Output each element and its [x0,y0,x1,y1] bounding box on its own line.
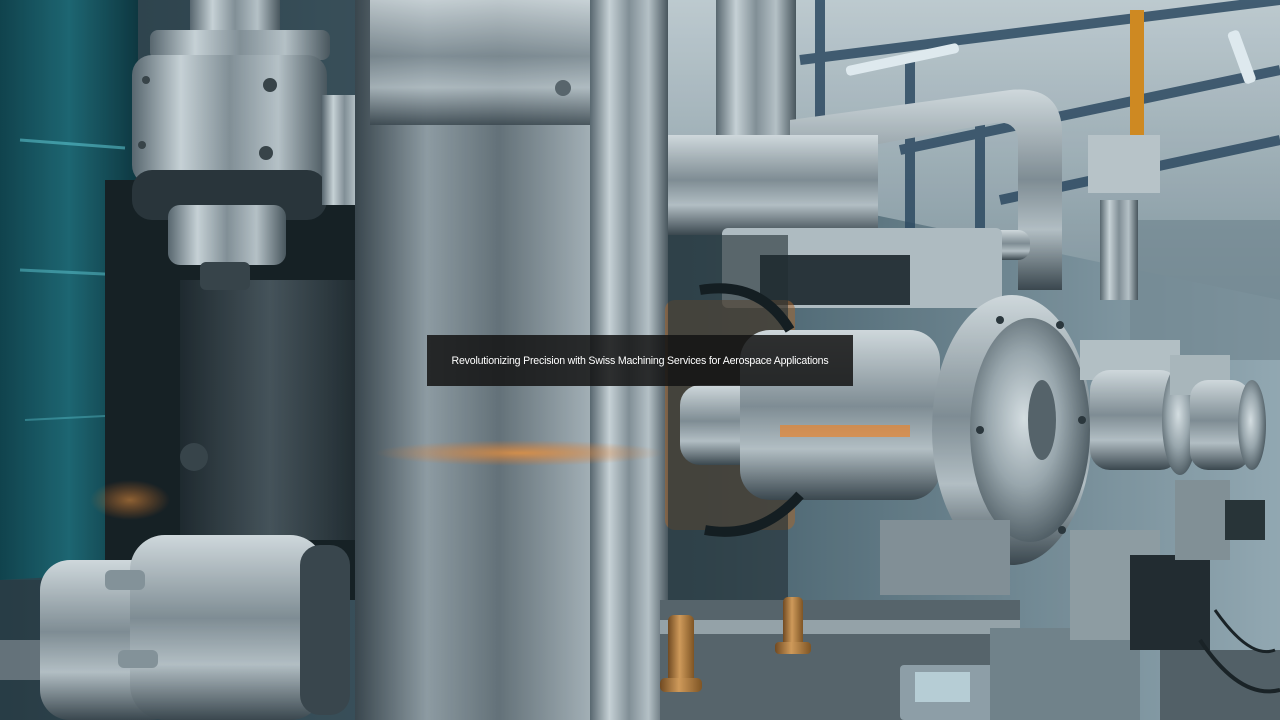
photo-scene: Revolutionizing Precision with Swiss Mac… [0,0,1280,720]
caption-overlay: Revolutionizing Precision with Swiss Mac… [427,335,853,386]
caption-text: Revolutionizing Precision with Swiss Mac… [451,354,829,367]
